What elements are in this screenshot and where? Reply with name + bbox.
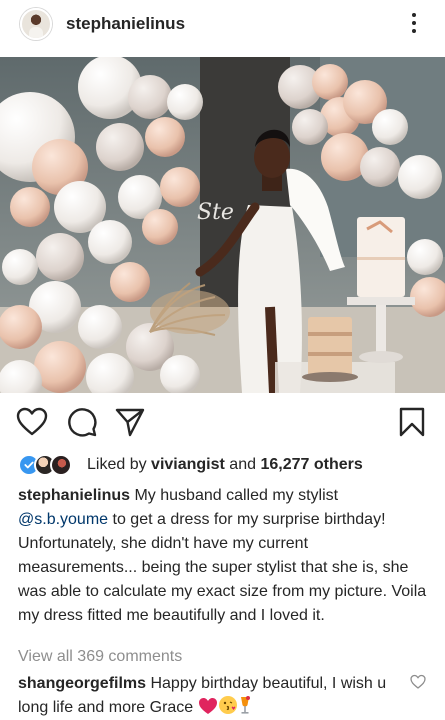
comment-author[interactable]: shangeorgefilms [18,675,146,692]
likes-count[interactable]: 16,277 others [260,456,362,473]
avatar-figure [29,27,43,38]
post-photo[interactable]: Ste [0,57,445,393]
cake-sign-text: Ste [197,200,234,225]
first-liker-username[interactable]: viviangist [151,456,225,473]
post-header: stephanielinus [0,0,445,56]
likes-prefix: Liked by [87,456,152,473]
more-options-icon[interactable] [406,10,422,36]
share-icon[interactable] [114,406,146,438]
likes-row: Liked by viviangist and 16,277 others [18,453,428,477]
heart-icon[interactable] [16,406,48,438]
likes-summary[interactable]: Liked by viviangist and 16,277 others [87,456,363,474]
comment-icon[interactable] [66,406,98,438]
caption-text-before: My husband called my stylist [130,487,339,504]
kissing-face-emoji-icon [218,696,237,714]
caption-mention-link[interactable]: @s.b.youme [18,511,108,528]
post-caption: stephanielinus My husband called my styl… [18,484,428,628]
profile-avatar[interactable] [20,8,52,40]
view-all-comments-link[interactable]: View all 369 comments [18,648,182,666]
red-heart-emoji-icon [198,698,217,714]
liker-avatars[interactable] [18,454,80,476]
liker-avatar-3 [50,454,72,476]
post-action-bar [0,400,445,444]
party-photo-illustration: Ste [0,57,445,393]
likes-and: and [224,456,261,473]
bookmark-icon[interactable] [396,406,428,438]
comment-item: shangeorgefilms Happy birthday beautiful… [18,672,408,719]
caption-author[interactable]: stephanielinus [18,487,130,504]
cocktail-emoji-icon [240,696,250,714]
comment-like-heart-icon[interactable] [410,674,426,690]
post-username[interactable]: stephanielinus [66,14,185,34]
